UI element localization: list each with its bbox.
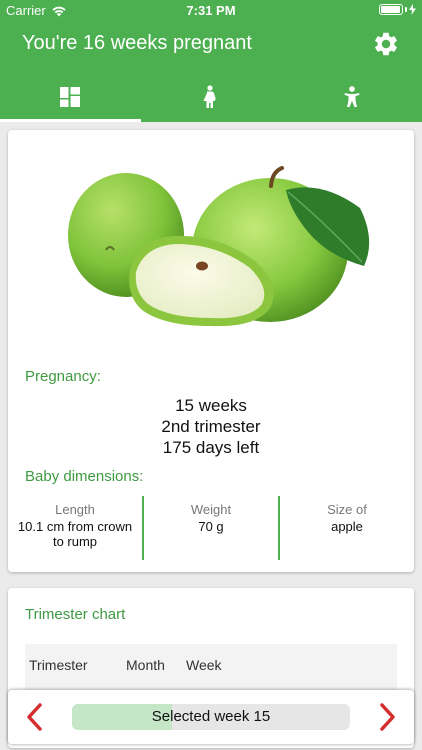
pregnancy-weeks: 15 weeks	[175, 396, 247, 415]
trimester-chart-title: Trimester chart	[25, 606, 126, 623]
chevron-left-icon[interactable]	[20, 702, 50, 732]
gear-icon[interactable]	[372, 30, 400, 58]
app-bar: You're 16 weeks pregnant	[0, 22, 422, 122]
battery-icon	[379, 4, 403, 15]
dimension-label: Weight	[190, 502, 232, 517]
tab-bar	[0, 72, 422, 122]
page-title: You're 16 weeks pregnant	[22, 32, 252, 54]
dashboard-icon	[60, 87, 81, 107]
status-bar: Carrier 7:31 PM	[0, 0, 422, 22]
dimension-value: 70 g	[198, 519, 224, 534]
pregnancy-summary: 15 weeks 2nd trimester 175 days left	[8, 395, 414, 458]
dimension-weight: Weight 70 g	[142, 496, 278, 560]
baby-dimensions: Length 10.1 cm from crown to rump Weight…	[8, 496, 414, 560]
apple-image	[68, 166, 370, 327]
dimension-label: Size of	[327, 502, 367, 517]
week-selector: Selected week 15	[8, 690, 414, 744]
baby-dimensions-label: Baby dimensions:	[25, 468, 144, 485]
pregnancy-days-left: 175 days left	[162, 438, 260, 457]
dimension-value: apple	[331, 519, 363, 534]
dimension-label: Length	[55, 502, 95, 517]
battery-tip	[405, 7, 407, 12]
pregnancy-trimester: 2nd trimester	[161, 417, 261, 436]
column-header-week: Week	[186, 657, 222, 673]
pregnancy-label: Pregnancy:	[25, 368, 101, 385]
charging-icon	[409, 4, 416, 15]
tab-pregnancy[interactable]	[141, 72, 282, 122]
pregnant-woman-icon	[203, 85, 216, 108]
baby-icon	[344, 86, 360, 107]
battery-fill	[381, 6, 400, 13]
column-header-month: Month	[126, 657, 165, 673]
dimension-size: Size of apple	[278, 496, 414, 560]
dimension-value: 10.1 cm from crown to rump	[17, 519, 133, 549]
status-time: 7:31 PM	[186, 3, 236, 18]
fetus-info-card: Pregnancy: 15 weeks 2nd trimester 175 da…	[8, 130, 414, 572]
dimension-length: Length 10.1 cm from crown to rump	[8, 496, 142, 560]
selected-week-label: Selected week 15	[151, 708, 271, 725]
week-progress-bar[interactable]: Selected week 15	[72, 704, 350, 730]
chevron-right-icon[interactable]	[372, 702, 402, 732]
column-header-trimester: Trimester	[29, 657, 88, 673]
tab-dashboard[interactable]	[0, 72, 141, 122]
tab-baby[interactable]	[281, 72, 422, 122]
status-right	[379, 4, 416, 15]
